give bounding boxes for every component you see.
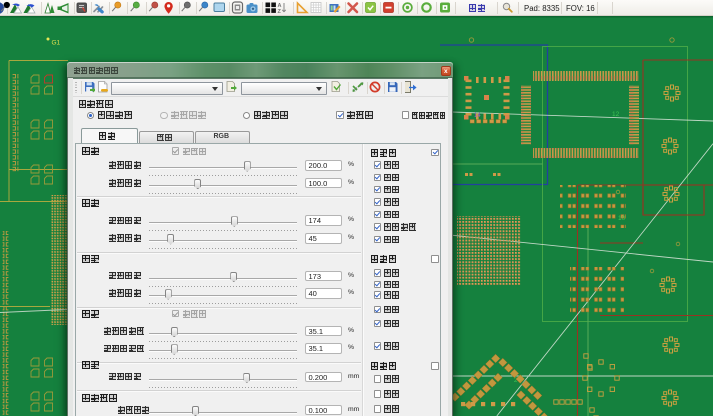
svg-text:10: 10 (618, 215, 626, 222)
svg-text:Z: Z (278, 9, 282, 15)
svg-text:14: 14 (474, 113, 481, 119)
svg-text:12: 12 (612, 111, 620, 118)
svg-text:G1: G1 (52, 40, 61, 47)
